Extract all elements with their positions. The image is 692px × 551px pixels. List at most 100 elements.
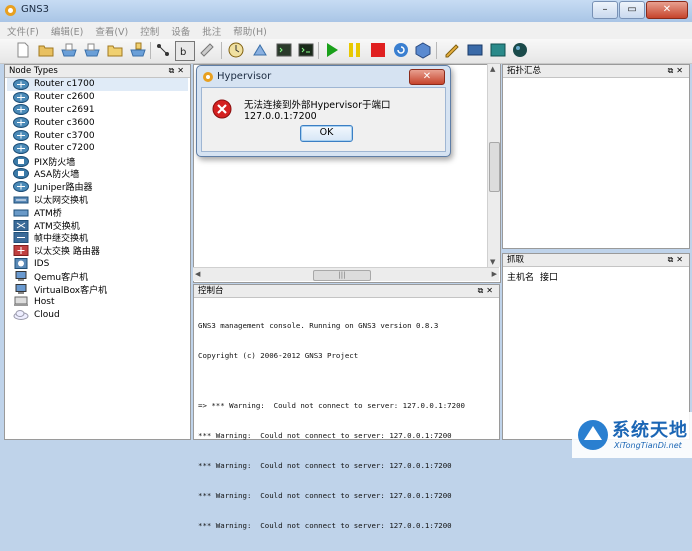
firewall-icon bbox=[13, 168, 29, 180]
float-panel-icon[interactable]: ⧉ bbox=[668, 66, 677, 75]
node-type-item[interactable]: ATM交换机 bbox=[7, 219, 188, 232]
draw-ellipse-icon[interactable] bbox=[511, 41, 529, 59]
computer-icon bbox=[13, 270, 29, 282]
node-types-title: Node Types bbox=[9, 66, 58, 76]
node-type-item[interactable]: 以太网交换机 bbox=[7, 193, 188, 206]
dialog-message: 无法连接到外部Hypervisor于端口127.0.0.1:7200 bbox=[244, 100, 391, 122]
dialog-title: Hypervisor bbox=[217, 71, 272, 82]
menu-device[interactable]: 设备 bbox=[164, 22, 195, 39]
save-as-icon[interactable] bbox=[83, 41, 101, 59]
toolbar: b bbox=[0, 39, 692, 64]
node-type-list: Router c1700 Router c2600 Router c2691 R… bbox=[7, 78, 188, 321]
console-line: *** Warning: Could not connect to server… bbox=[198, 461, 452, 470]
firewall-icon bbox=[13, 155, 29, 167]
console-line: *** Warning: Could not connect to server… bbox=[198, 521, 452, 530]
node-type-item[interactable]: Router c2691 bbox=[7, 104, 188, 117]
reload-icon[interactable] bbox=[392, 41, 410, 59]
project-folder-icon[interactable] bbox=[106, 41, 124, 59]
computer-icon bbox=[13, 283, 29, 295]
canvas-vertical-scrollbar[interactable]: ▲ ▼ bbox=[487, 64, 500, 267]
svg-text:b: b bbox=[180, 47, 186, 58]
show-hostnames-icon[interactable]: b bbox=[175, 41, 195, 61]
virtualbox-icon[interactable] bbox=[414, 41, 432, 59]
menu-annotation[interactable]: 批注 bbox=[195, 22, 226, 39]
title-bar: GNS3 – ▭ ✕ bbox=[0, 0, 692, 23]
minimize-button[interactable]: – bbox=[592, 1, 618, 19]
node-type-item[interactable]: Qemu客户机 bbox=[7, 270, 188, 283]
close-window-button[interactable]: ✕ bbox=[646, 1, 688, 19]
frame-relay-icon bbox=[13, 232, 29, 244]
snapshot-icon[interactable] bbox=[129, 41, 147, 59]
open-folder-icon[interactable] bbox=[37, 41, 55, 59]
window-title: GNS3 bbox=[21, 4, 49, 15]
watermark-text: 系统天地 bbox=[612, 420, 688, 441]
float-panel-icon[interactable]: ⧉ bbox=[668, 255, 677, 264]
node-type-item[interactable]: Cloud bbox=[7, 308, 188, 321]
close-panel-icon[interactable]: ✕ bbox=[676, 255, 686, 264]
watermark-logo-icon bbox=[578, 420, 608, 450]
router-icon bbox=[13, 130, 29, 142]
dialog-close-button[interactable]: ✕ bbox=[409, 69, 445, 85]
node-type-item[interactable]: Router c2600 bbox=[7, 91, 188, 104]
add-note-icon[interactable] bbox=[443, 41, 461, 59]
draw-rectangle-icon[interactable] bbox=[489, 41, 507, 59]
horizontal-scroll-thumb[interactable]: ||| bbox=[313, 270, 371, 281]
console-output[interactable]: GNS3 management console. Running on GNS3… bbox=[198, 301, 465, 551]
maximize-button[interactable]: ▭ bbox=[619, 1, 645, 19]
console-title: 控制台 bbox=[198, 286, 224, 296]
menu-control[interactable]: 控制 bbox=[133, 22, 164, 39]
column-header-interface[interactable]: 接口 bbox=[540, 270, 558, 283]
close-panel-icon[interactable]: ✕ bbox=[676, 66, 686, 75]
stop-icon[interactable] bbox=[369, 41, 387, 59]
terminal-icon[interactable] bbox=[275, 41, 293, 59]
pause-icon[interactable] bbox=[346, 41, 364, 59]
node-type-item[interactable]: 以太交换 路由器 bbox=[7, 244, 188, 257]
router-icon bbox=[13, 78, 29, 90]
node-type-item[interactable]: Router c1700 bbox=[7, 78, 188, 91]
play-icon[interactable] bbox=[323, 41, 341, 59]
console-all-icon[interactable] bbox=[297, 41, 315, 59]
router-icon bbox=[13, 117, 29, 129]
save-icon[interactable] bbox=[60, 41, 78, 59]
console-connect-icon[interactable] bbox=[227, 41, 245, 59]
host-icon bbox=[13, 296, 29, 307]
console-line: Copyright (c) 2006-2012 GNS3 Project bbox=[198, 351, 359, 360]
add-link-icon[interactable] bbox=[198, 41, 216, 59]
node-type-item[interactable]: Router c7200 bbox=[7, 142, 188, 155]
node-type-item[interactable]: IDS bbox=[7, 257, 188, 270]
node-type-item[interactable]: Router c3600 bbox=[7, 116, 188, 129]
canvas-horizontal-scrollbar[interactable]: ◀ ||| ▶ bbox=[193, 267, 499, 281]
node-type-item[interactable]: Juniper路由器 bbox=[7, 180, 188, 193]
node-type-item[interactable]: Router c3700 bbox=[7, 129, 188, 142]
menu-help[interactable]: 帮助(H) bbox=[226, 22, 272, 39]
router-icon bbox=[13, 181, 29, 193]
close-panel-icon[interactable]: ✕ bbox=[486, 286, 496, 295]
float-panel-icon[interactable]: ⧉ bbox=[478, 286, 487, 295]
menu-edit[interactable]: 编辑(E) bbox=[44, 22, 88, 39]
vertical-scroll-thumb[interactable] bbox=[489, 142, 500, 192]
insert-picture-icon[interactable] bbox=[466, 41, 484, 59]
gns3-app-icon bbox=[203, 72, 213, 82]
menu-view[interactable]: 查看(V) bbox=[88, 22, 133, 39]
new-file-icon[interactable] bbox=[14, 41, 32, 59]
node-type-item[interactable]: 帧中继交换机 bbox=[7, 232, 188, 244]
watermark-url: XiTongTianDi.net bbox=[614, 441, 682, 450]
ok-button[interactable]: OK bbox=[300, 125, 353, 142]
close-panel-icon[interactable]: ✕ bbox=[177, 66, 187, 75]
node-type-item[interactable]: ATM桥 bbox=[7, 206, 188, 219]
column-header-hostname[interactable]: 主机名 bbox=[507, 270, 534, 283]
console-line: => *** Warning: Could not connect to ser… bbox=[198, 401, 465, 410]
float-panel-icon[interactable]: ⧉ bbox=[169, 66, 178, 75]
node-type-item[interactable]: ASA防火墙 bbox=[7, 168, 188, 180]
menu-file[interactable]: 文件(F) bbox=[0, 22, 44, 39]
node-type-item[interactable]: PIX防火墙 bbox=[7, 155, 188, 168]
show-interface-labels-icon[interactable] bbox=[154, 41, 172, 59]
idle-pc-icon[interactable] bbox=[251, 41, 269, 59]
topology-summary-title: 拓扑汇总 bbox=[507, 66, 542, 76]
menu-bar: 文件(F) 编辑(E) 查看(V) 控制 设备 批注 帮助(H) bbox=[0, 22, 692, 39]
atm-switch-icon bbox=[13, 219, 29, 231]
node-type-item[interactable]: Host bbox=[7, 296, 188, 309]
capture-title: 抓取 bbox=[507, 255, 525, 265]
node-type-item[interactable]: VirtualBox客户机 bbox=[7, 283, 188, 296]
console-line: *** Warning: Could not connect to server… bbox=[198, 491, 452, 500]
